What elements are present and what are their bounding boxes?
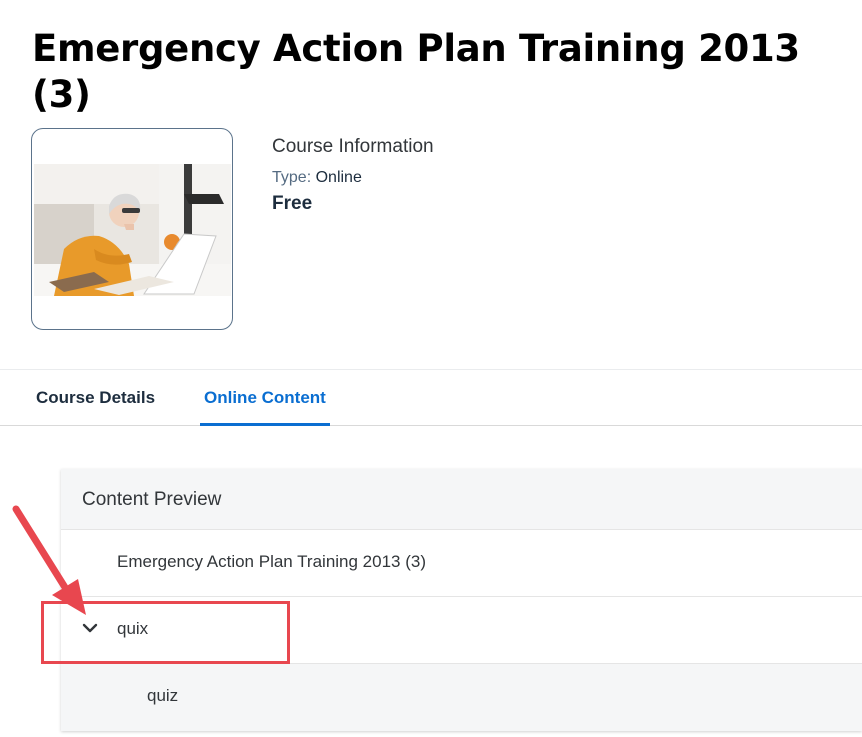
course-type-value: Online [315, 169, 362, 186]
course-price: Free [272, 193, 313, 214]
course-information-heading: Course Information [272, 136, 434, 157]
active-tab-indicator [200, 423, 330, 426]
content-item-label: Emergency Action Plan Training 2013 (3) [117, 552, 427, 571]
content-item-label: quiz [147, 686, 179, 705]
course-tabs: Course Details Online Content [0, 370, 862, 426]
course-thumbnail-card[interactable] [31, 128, 233, 330]
course-type-label: Type: [272, 169, 312, 186]
annotation-arrow-icon [12, 505, 86, 615]
tab-course-details[interactable]: Course Details [36, 370, 155, 425]
page: Emergency Action Plan Training 2013 (3) … [0, 0, 862, 737]
content-preview-header: Content Preview [61, 469, 862, 530]
course-type: Type: Online [272, 169, 362, 187]
tab-online-content-label: Online Content [204, 388, 326, 407]
content-preview-panel: Content Preview Emergency Action Plan Tr… [61, 469, 862, 731]
content-item-quiz[interactable]: quiz [61, 664, 862, 731]
content-item-course[interactable]: Emergency Action Plan Training 2013 (3) [61, 530, 862, 597]
course-thumbnail-image [34, 164, 231, 296]
tab-online-content[interactable]: Online Content [200, 370, 330, 426]
course-title: Emergency Action Plan Training 2013 (3) [32, 27, 800, 116]
